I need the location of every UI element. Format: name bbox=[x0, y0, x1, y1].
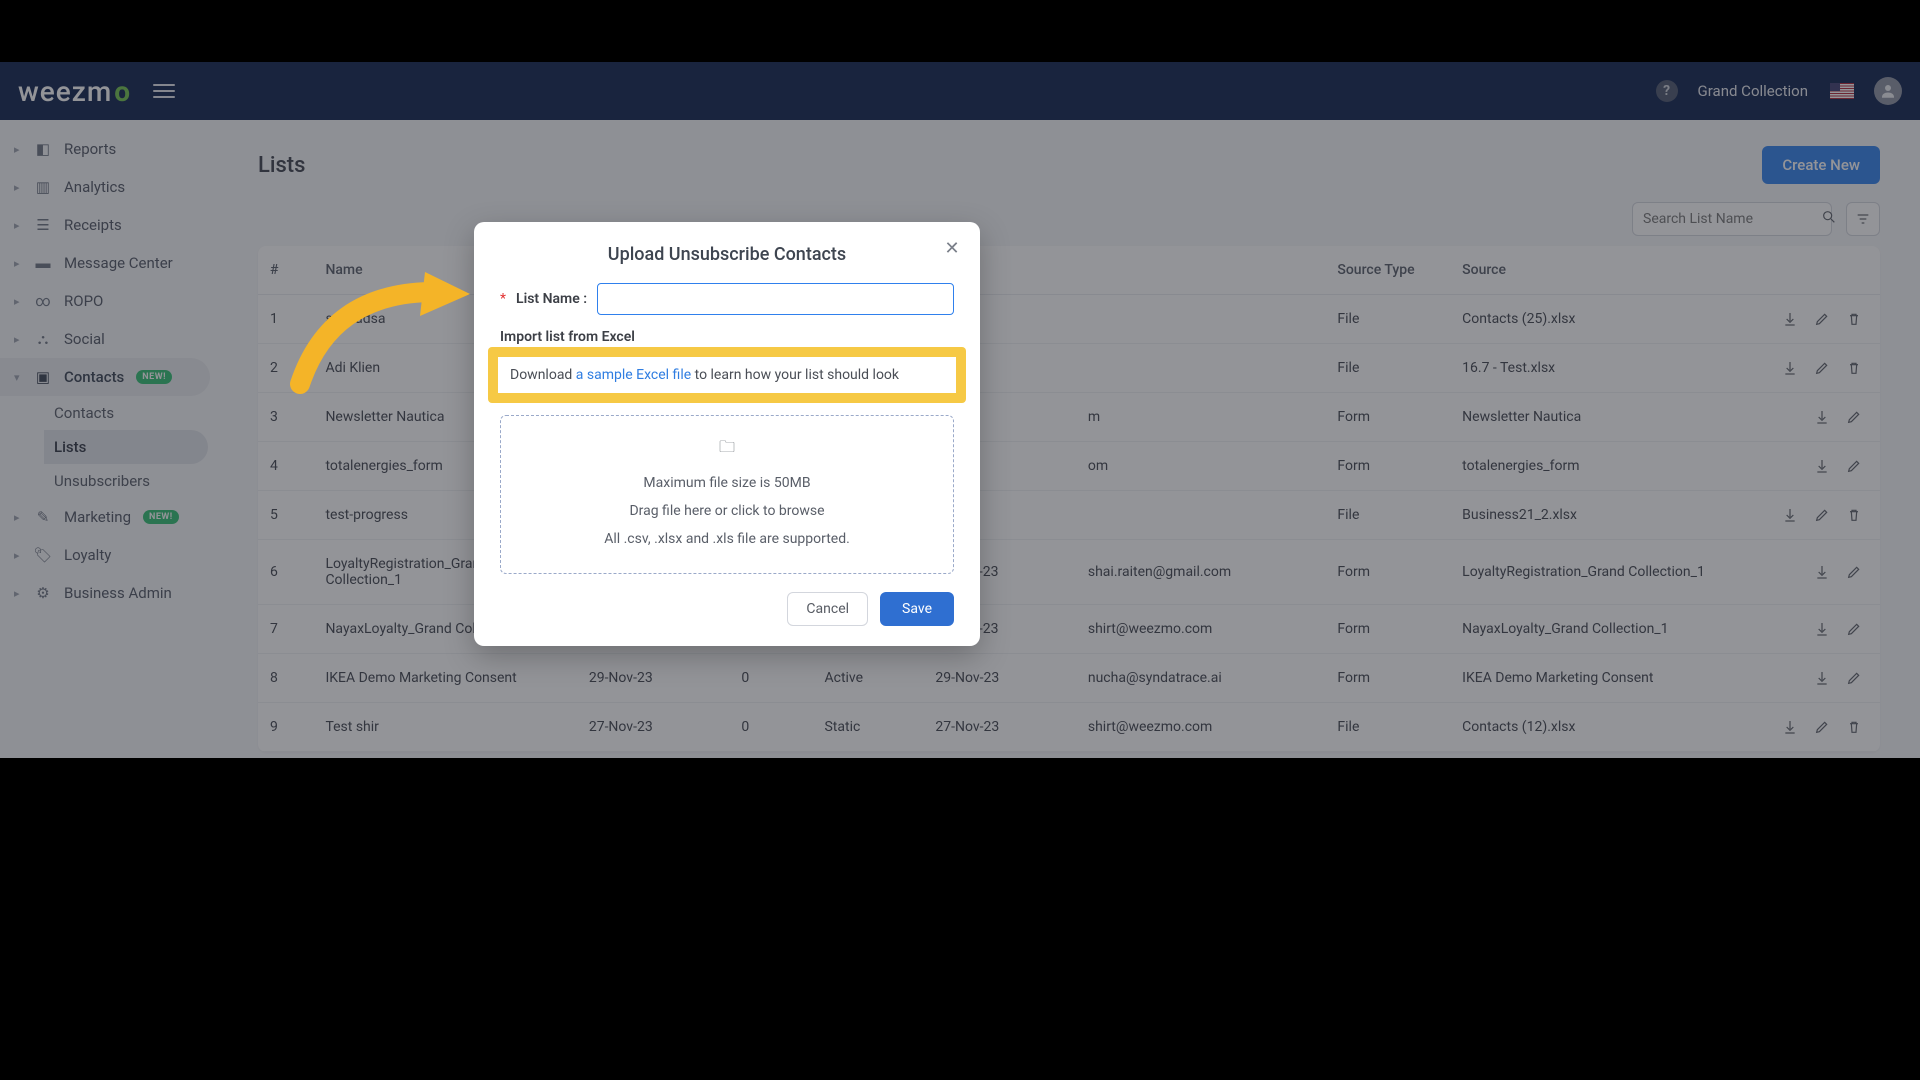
download-sample-link[interactable]: a sample Excel file bbox=[576, 367, 691, 383]
download-sample-callout: Download a sample Excel file to learn ho… bbox=[488, 347, 966, 403]
download-post-text: to learn how your list should look bbox=[691, 367, 899, 383]
save-button[interactable]: Save bbox=[880, 592, 954, 626]
list-name-input[interactable] bbox=[597, 283, 954, 315]
import-from-excel-label: Import list from Excel bbox=[500, 329, 954, 345]
file-dropzone[interactable]: 🗀 Maximum file size is 50MB Drag file he… bbox=[500, 415, 954, 574]
cancel-button[interactable]: Cancel bbox=[787, 592, 868, 626]
required-asterisk: * bbox=[500, 291, 506, 307]
dropzone-text-2: Drag file here or click to browse bbox=[511, 503, 943, 519]
download-pre-text: Download bbox=[510, 367, 576, 383]
close-icon[interactable]: ✕ bbox=[940, 236, 964, 260]
dropzone-text-3: All .csv, .xlsx and .xls file are suppor… bbox=[511, 531, 943, 547]
modal-title: Upload Unsubscribe Contacts bbox=[500, 244, 954, 265]
folder-icon: 🗀 bbox=[511, 436, 943, 463]
upload-unsubscribe-modal: ✕ Upload Unsubscribe Contacts * List Nam… bbox=[474, 222, 980, 646]
dropzone-text-1: Maximum file size is 50MB bbox=[511, 475, 943, 491]
list-name-label: List Name : bbox=[516, 291, 587, 307]
